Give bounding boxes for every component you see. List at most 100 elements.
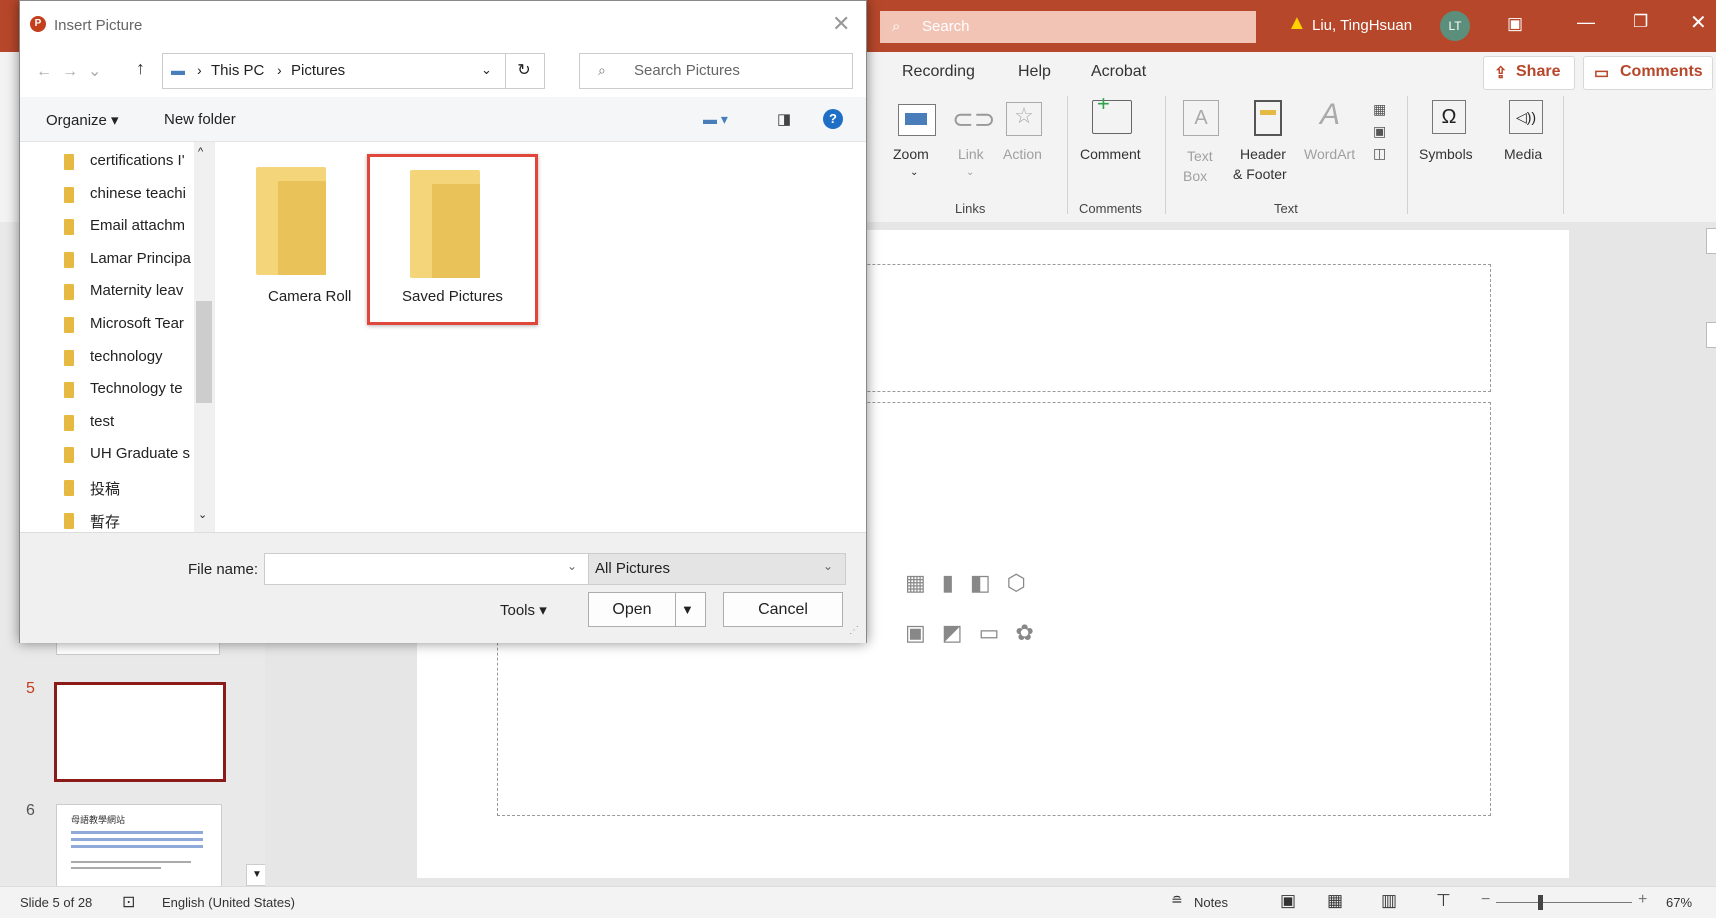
avatar[interactable]: LT xyxy=(1440,11,1470,41)
date-slide-object-icons[interactable]: ▦ ▣ ◫ xyxy=(1373,98,1386,164)
slide-sorter-icon[interactable]: ▦ xyxy=(1327,891,1343,911)
zoom-button[interactable]: Zoom xyxy=(893,146,929,162)
up-arrow-icon[interactable]: ↑ xyxy=(136,58,145,79)
preview-pane-icon[interactable]: ◨ xyxy=(777,110,791,128)
reading-view-icon[interactable]: ▥ xyxy=(1381,891,1397,911)
slide-thumbnail-6[interactable]: 母語教學網站 xyxy=(56,804,222,898)
maximize-button[interactable]: ❐ xyxy=(1633,12,1648,32)
dialog-close-button[interactable]: ✕ xyxy=(832,11,850,37)
zoom-slider-track[interactable] xyxy=(1496,902,1632,903)
help-icon[interactable]: ? xyxy=(823,109,843,129)
slideshow-icon[interactable]: ⊤ xyxy=(1436,891,1451,911)
scroll-down-arrow[interactable]: ⌄ xyxy=(198,508,207,521)
nav-back-forward-icons[interactable]: ←→⌄ xyxy=(36,61,111,81)
ribbon-separator xyxy=(1165,96,1166,214)
folder-saved-pictures[interactable]: Saved Pictures xyxy=(367,154,538,325)
close-button[interactable]: ✕ xyxy=(1690,10,1707,35)
nav-item[interactable]: Technology te xyxy=(90,380,194,406)
breadcrumb-this-pc[interactable]: This PC xyxy=(211,62,264,79)
scrollbar-thumb[interactable] xyxy=(1706,322,1716,348)
thumbnail-line xyxy=(71,845,203,848)
organize-button[interactable]: Organize ▾ xyxy=(46,111,119,129)
tab-help[interactable]: Help xyxy=(1018,63,1051,81)
refresh-icon[interactable]: ↻ xyxy=(504,53,545,89)
thumbnail-line xyxy=(71,861,191,863)
chevron-down-icon[interactable]: ⌄ xyxy=(567,559,577,573)
media-button[interactable]: Media xyxy=(1504,146,1542,162)
search-box[interactable]: ⌕ Search xyxy=(880,11,1256,43)
nav-item[interactable]: Lamar Principa xyxy=(90,250,194,276)
new-folder-button[interactable]: New folder xyxy=(164,111,236,128)
slide-thumbnail-5[interactable] xyxy=(54,682,226,782)
share-button[interactable]: ⇪ Share xyxy=(1483,56,1575,90)
header-footer-label-2[interactable]: & Footer xyxy=(1233,166,1287,182)
insert-content-icons-row2[interactable]: ▣◩▭✿ xyxy=(905,620,1050,646)
file-name-label: File name: xyxy=(188,561,259,578)
search-placeholder: Search xyxy=(922,18,970,35)
powerpoint-icon: P xyxy=(30,16,46,32)
text-box-icon: A xyxy=(1183,100,1219,136)
file-name-input[interactable]: ⌄ xyxy=(264,553,592,585)
nav-item[interactable]: test xyxy=(90,413,194,439)
accessibility-icon[interactable]: ⊡ xyxy=(122,892,135,912)
view-options-icon[interactable]: ▬ ▾ xyxy=(703,111,728,128)
scrollbar-thumb[interactable] xyxy=(1706,228,1716,254)
zoom-level[interactable]: 67% xyxy=(1666,895,1692,910)
open-button[interactable]: Open ▼ xyxy=(588,592,706,627)
tab-acrobat[interactable]: Acrobat xyxy=(1091,63,1146,81)
ribbon-display-icon[interactable]: ▣ xyxy=(1507,14,1523,34)
text-box-label-2[interactable]: Box xyxy=(1183,168,1207,184)
address-dropdown-icon[interactable]: ⌄ xyxy=(481,62,492,78)
nav-item[interactable]: 投稿 xyxy=(90,478,194,504)
symbols-button[interactable]: Symbols xyxy=(1419,146,1473,162)
zoom-slider-thumb[interactable] xyxy=(1538,895,1543,910)
zoom-icon xyxy=(898,104,936,136)
comments-button[interactable]: ▭ Comments xyxy=(1583,56,1713,90)
notes-icon: ≘ xyxy=(1171,892,1183,908)
nav-item[interactable]: Email attachm xyxy=(90,217,194,243)
nav-item[interactable]: certifications I' xyxy=(90,152,194,178)
slide-info[interactable]: Slide 5 of 28 xyxy=(20,895,92,910)
nav-item[interactable]: 暫存 xyxy=(90,511,194,537)
address-bar[interactable]: ▬ › This PC › Pictures ⌄ xyxy=(162,53,506,89)
nav-item[interactable]: Microsoft Tear xyxy=(90,315,194,341)
notes-button[interactable]: Notes xyxy=(1194,895,1228,910)
text-box-label[interactable]: Text xyxy=(1187,148,1213,164)
minimize-button[interactable]: — xyxy=(1577,12,1595,33)
warning-icon[interactable]: ▲ xyxy=(1287,12,1307,35)
normal-view-icon[interactable]: ▣ xyxy=(1280,891,1296,911)
zoom-out-icon[interactable]: − xyxy=(1481,891,1490,909)
link-button[interactable]: Link xyxy=(958,146,984,162)
tab-recording[interactable]: Recording xyxy=(902,63,975,81)
action-button[interactable]: Action xyxy=(1003,146,1042,162)
action-icon: ☆ xyxy=(1006,102,1042,136)
nav-scrollbar[interactable]: ^ ⌄ xyxy=(194,142,214,532)
nav-item[interactable]: UH Graduate s xyxy=(90,445,194,471)
cancel-button[interactable]: Cancel xyxy=(723,592,843,627)
folder-icon xyxy=(64,251,74,268)
open-dropdown-icon[interactable]: ▼ xyxy=(681,593,694,626)
insert-picture-dialog: P Insert Picture ✕ ←→⌄ ↑ ▬ › This PC › P… xyxy=(19,0,867,643)
file-type-select[interactable]: All Pictures ⌄ xyxy=(588,553,846,585)
this-pc-icon: ▬ xyxy=(171,62,185,78)
folder-icon xyxy=(64,284,74,301)
wordart-button[interactable]: WordArt xyxy=(1304,146,1355,162)
tools-button[interactable]: Tools ▾ xyxy=(500,601,547,619)
zoom-in-icon[interactable]: + xyxy=(1638,891,1647,909)
scroll-up-arrow[interactable]: ^ xyxy=(198,146,203,158)
nav-item[interactable]: Maternity leav xyxy=(90,282,194,308)
folder-flap xyxy=(278,181,326,275)
nav-item[interactable]: chinese teachi xyxy=(90,185,194,211)
folder-label[interactable]: Camera Roll xyxy=(268,288,351,305)
comment-button[interactable]: Comment xyxy=(1080,146,1141,162)
insert-content-icons-row1[interactable]: ▦▮◧⬡ xyxy=(905,570,1042,596)
header-footer-label[interactable]: Header xyxy=(1240,146,1286,162)
folder-camera-roll[interactable] xyxy=(256,167,326,275)
nav-item[interactable]: technology xyxy=(90,348,194,374)
user-name[interactable]: Liu, TingHsuan xyxy=(1312,17,1412,34)
language-label[interactable]: English (United States) xyxy=(162,895,295,910)
search-pictures-input[interactable]: ⌕ Search Pictures xyxy=(579,53,853,89)
resize-grip-icon[interactable]: ⋰ xyxy=(849,625,859,636)
nav-scrollbar-thumb[interactable] xyxy=(196,301,212,403)
breadcrumb-pictures[interactable]: Pictures xyxy=(291,62,345,79)
